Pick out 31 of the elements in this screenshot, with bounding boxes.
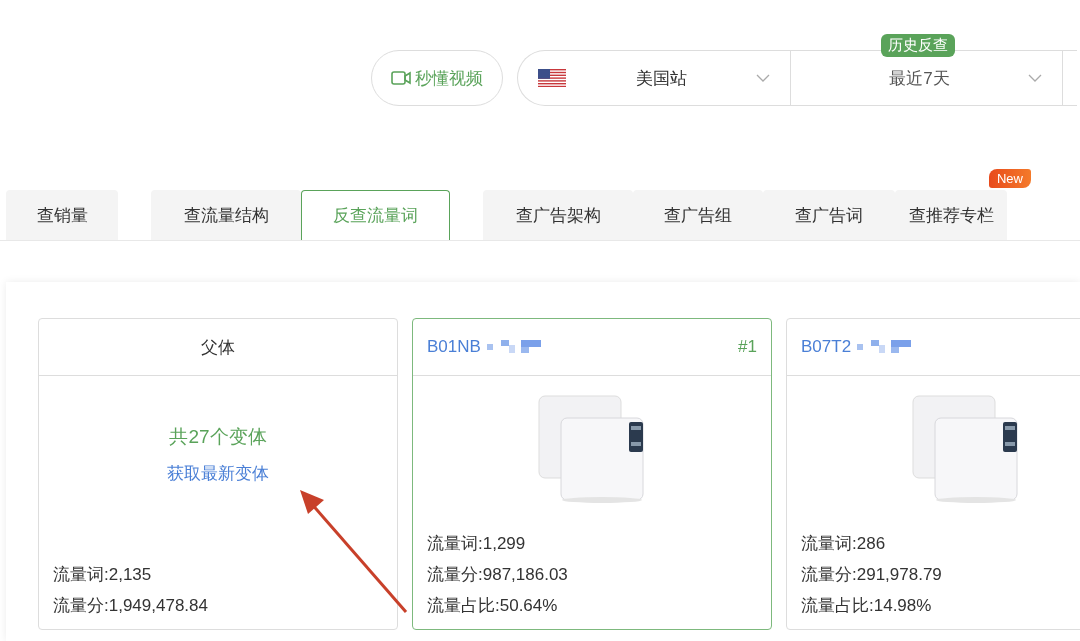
product-card[interactable]: 父体 共27个变体 获取最新变体 流量词:2,135 流量分:1,949,478.84 — [38, 318, 398, 630]
tab[interactable]: 查广告组 — [633, 190, 763, 240]
rank-label: #1 — [738, 337, 757, 357]
tab[interactable]: 查销量 — [6, 190, 118, 240]
tab[interactable]: 查推荐专栏 — [895, 190, 1007, 240]
tab[interactable]: 查广告架构 — [483, 190, 633, 240]
stat-text: 流量分:987,186.03 — [427, 564, 569, 586]
period-dropdown[interactable]: 最近7天 — [791, 51, 1063, 105]
variant-count: 共27个变体 — [168, 425, 268, 449]
refresh-variants-link[interactable]: 获取最新变体 — [167, 462, 269, 485]
stat-text: 流量分:291,978.79 — [801, 564, 943, 586]
chevron-down-icon — [1028, 74, 1042, 82]
site-dropdown[interactable]: 美国站 — [518, 51, 791, 105]
asin-text: B07T2 — [801, 337, 852, 357]
history-badge: 历史反查 — [881, 34, 955, 57]
product-card[interactable]: B01NB #1 流量词:1,299 流量分:987,186.03 流量占比:50.64% — [412, 318, 772, 630]
chevron-down-icon — [756, 74, 770, 82]
new-badge: New — [989, 169, 1031, 188]
product-card[interactable]: B07T2 流量词:286 流量分:291,978.79 流量占比:14.98% — [786, 318, 1080, 630]
stat-text: 流量词:2,135 — [53, 564, 153, 586]
flag-icon — [538, 69, 566, 87]
stat-text: 流量词:1,299 — [427, 533, 527, 555]
card-title: 父体 — [201, 336, 235, 359]
stat-text: 流量分:1,949,478.84 — [53, 595, 209, 617]
video-camera-icon — [391, 71, 411, 85]
stat-text: 流量词:286 — [801, 533, 887, 555]
stat-text: 流量占比:14.98% — [801, 595, 933, 617]
tab[interactable]: 查广告词 — [763, 190, 895, 240]
stat-text: 流量占比:50.64% — [427, 595, 559, 617]
tab[interactable]: 查流量结构 — [151, 190, 301, 240]
asin-text: B01NB — [427, 337, 481, 357]
